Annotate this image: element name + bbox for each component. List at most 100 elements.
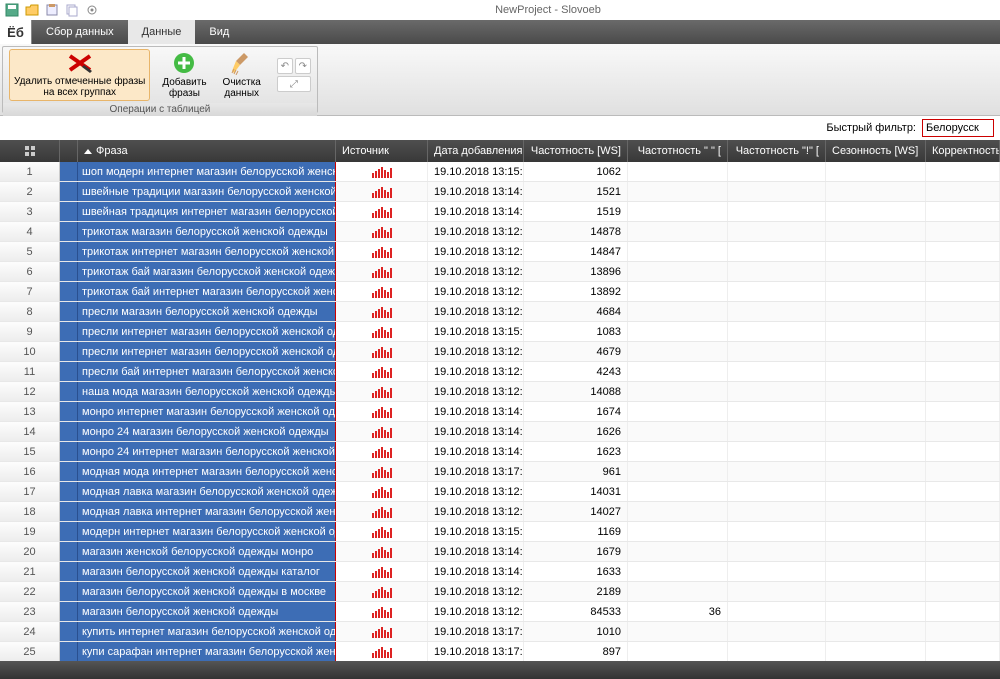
table-row[interactable]: 16модная мода интернет магазин белорусск… xyxy=(0,462,1000,482)
table-row[interactable]: 17модная лавка магазин белорусской женск… xyxy=(0,482,1000,502)
table-row[interactable]: 18модная лавка интернет магазин белорусс… xyxy=(0,502,1000,522)
row-select[interactable] xyxy=(60,622,78,641)
table-row[interactable]: 14монро 24 магазин белорусской женской о… xyxy=(0,422,1000,442)
add-phrases-button[interactable]: Добавить фразы xyxy=(158,49,210,101)
col-freq-ws[interactable]: Частотность [WS] xyxy=(524,140,628,162)
cell-phrase[interactable]: трикотаж магазин белорусской женской оде… xyxy=(78,222,336,241)
table-row[interactable]: 21магазин белорусской женской одежды кат… xyxy=(0,562,1000,582)
col-correct[interactable]: Корректность сл xyxy=(926,140,1000,162)
table-row[interactable]: 12наша мода магазин белорусской женской … xyxy=(0,382,1000,402)
tab-data[interactable]: Данные xyxy=(128,20,196,44)
table-row[interactable]: 23магазин белорусской женской одежды19.1… xyxy=(0,602,1000,622)
row-select[interactable] xyxy=(60,602,78,621)
table-row[interactable]: 22магазин белорусской женской одежды в м… xyxy=(0,582,1000,602)
row-select[interactable] xyxy=(60,642,78,661)
cell-phrase[interactable]: купи сарафан интернет магазин белорусско… xyxy=(78,642,336,661)
cell-phrase[interactable]: модная лавка интернет магазин белорусско… xyxy=(78,502,336,521)
row-select[interactable] xyxy=(60,402,78,421)
cell-phrase[interactable]: пресли интернет магазин белорусской женс… xyxy=(78,322,336,341)
table-row[interactable]: 7трикотаж бай интернет магазин белорусск… xyxy=(0,282,1000,302)
tab-collect[interactable]: Сбор данных xyxy=(32,20,128,44)
cell-phrase[interactable]: монро 24 магазин белорусской женской оде… xyxy=(78,422,336,441)
col-source[interactable]: Источник xyxy=(336,140,428,162)
copy-icon[interactable] xyxy=(64,2,80,18)
table-row[interactable]: 1шоп модерн интернет магазин белорусской… xyxy=(0,162,1000,182)
cell-phrase[interactable]: купить интернет магазин белорусской женс… xyxy=(78,622,336,641)
row-select[interactable] xyxy=(60,502,78,521)
row-select[interactable] xyxy=(60,162,78,181)
table-row[interactable]: 25купи сарафан интернет магазин белорусс… xyxy=(0,642,1000,661)
col-freq-quote[interactable]: Частотность " " [ xyxy=(628,140,728,162)
cell-phrase[interactable]: пресли бай интернет магазин белорусской … xyxy=(78,362,336,381)
row-select[interactable] xyxy=(60,382,78,401)
row-select[interactable] xyxy=(60,262,78,281)
cell-phrase[interactable]: швейная традиция интернет магазин белору… xyxy=(78,202,336,221)
cell-phrase[interactable]: пресли магазин белорусской женской одежд… xyxy=(78,302,336,321)
cell-phrase[interactable]: магазин женской белорусской одежды монро xyxy=(78,542,336,561)
table-row[interactable]: 2швейные традиции магазин белорусской же… xyxy=(0,182,1000,202)
row-select[interactable] xyxy=(60,542,78,561)
table-row[interactable]: 5трикотаж интернет магазин белорусской ж… xyxy=(0,242,1000,262)
app-logo[interactable]: Ёб xyxy=(0,20,32,44)
delete-marked-button[interactable]: Удалить отмеченные фразы на всех группах xyxy=(9,49,150,101)
table-row[interactable]: 3швейная традиция интернет магазин белор… xyxy=(0,202,1000,222)
row-select[interactable] xyxy=(60,482,78,501)
table-row[interactable]: 20магазин женской белорусской одежды мон… xyxy=(0,542,1000,562)
table-row[interactable]: 6трикотаж бай магазин белорусской женско… xyxy=(0,262,1000,282)
undo-icon[interactable]: ↶ xyxy=(277,58,293,74)
row-select[interactable] xyxy=(60,342,78,361)
row-select[interactable] xyxy=(60,322,78,341)
col-select[interactable] xyxy=(60,140,78,162)
cell-phrase[interactable]: магазин белорусской женской одежды xyxy=(78,602,336,621)
cell-phrase[interactable]: трикотаж интернет магазин белорусской же… xyxy=(78,242,336,261)
save-icon[interactable] xyxy=(4,2,20,18)
cell-phrase[interactable]: трикотаж бай магазин белорусской женской… xyxy=(78,262,336,281)
cell-phrase[interactable]: пресли интернет магазин белорусской женс… xyxy=(78,342,336,361)
grid-body[interactable]: 1шоп модерн интернет магазин белорусской… xyxy=(0,162,1000,661)
row-select[interactable] xyxy=(60,182,78,201)
tab-view[interactable]: Вид xyxy=(195,20,243,44)
table-row[interactable]: 24купить интернет магазин белорусской же… xyxy=(0,622,1000,642)
cell-phrase[interactable]: магазин белорусской женской одежды катал… xyxy=(78,562,336,581)
cell-phrase[interactable]: монро интернет магазин белорусской женск… xyxy=(78,402,336,421)
cell-phrase[interactable]: модерн интернет магазин белорусской женс… xyxy=(78,522,336,541)
col-season[interactable]: Сезонность [WS] xyxy=(826,140,926,162)
table-row[interactable]: 8пресли магазин белорусской женской одеж… xyxy=(0,302,1000,322)
row-select[interactable] xyxy=(60,202,78,221)
row-select[interactable] xyxy=(60,442,78,461)
table-row[interactable]: 13монро интернет магазин белорусской жен… xyxy=(0,402,1000,422)
col-rownum[interactable] xyxy=(0,140,60,162)
cell-phrase[interactable]: трикотаж бай интернет магазин белорусско… xyxy=(78,282,336,301)
table-row[interactable]: 9пресли интернет магазин белорусской жен… xyxy=(0,322,1000,342)
row-select[interactable] xyxy=(60,522,78,541)
row-select[interactable] xyxy=(60,222,78,241)
row-select[interactable] xyxy=(60,302,78,321)
cell-phrase[interactable]: магазин белорусской женской одежды в мос… xyxy=(78,582,336,601)
table-row[interactable]: 4трикотаж магазин белорусской женской од… xyxy=(0,222,1000,242)
clean-data-button[interactable]: Очистка данных xyxy=(219,49,265,101)
table-row[interactable]: 10пресли интернет магазин белорусской же… xyxy=(0,342,1000,362)
cell-phrase[interactable]: швейные традиции магазин белорусской жен… xyxy=(78,182,336,201)
row-select[interactable] xyxy=(60,422,78,441)
expand-icon[interactable]: ⤢ xyxy=(277,76,311,92)
col-date[interactable]: Дата добавления xyxy=(428,140,524,162)
paste-icon[interactable] xyxy=(44,2,60,18)
cell-phrase[interactable]: шоп модерн интернет магазин белорусской … xyxy=(78,162,336,181)
open-icon[interactable] xyxy=(24,2,40,18)
row-select[interactable] xyxy=(60,282,78,301)
col-freq-excl[interactable]: Частотность "!" [ xyxy=(728,140,826,162)
row-select[interactable] xyxy=(60,462,78,481)
table-row[interactable]: 19модерн интернет магазин белорусской же… xyxy=(0,522,1000,542)
table-row[interactable]: 11пресли бай интернет магазин белорусско… xyxy=(0,362,1000,382)
row-select[interactable] xyxy=(60,362,78,381)
cell-phrase[interactable]: модная мода интернет магазин белорусской… xyxy=(78,462,336,481)
row-select[interactable] xyxy=(60,582,78,601)
settings-icon[interactable] xyxy=(84,2,100,18)
cell-phrase[interactable]: модная лавка магазин белорусской женской… xyxy=(78,482,336,501)
row-select[interactable] xyxy=(60,562,78,581)
cell-phrase[interactable]: наша мода магазин белорусской женской од… xyxy=(78,382,336,401)
redo-icon[interactable]: ↷ xyxy=(295,58,311,74)
row-select[interactable] xyxy=(60,242,78,261)
col-phrase[interactable]: Фраза xyxy=(78,140,336,162)
cell-phrase[interactable]: монро 24 интернет магазин белорусской же… xyxy=(78,442,336,461)
